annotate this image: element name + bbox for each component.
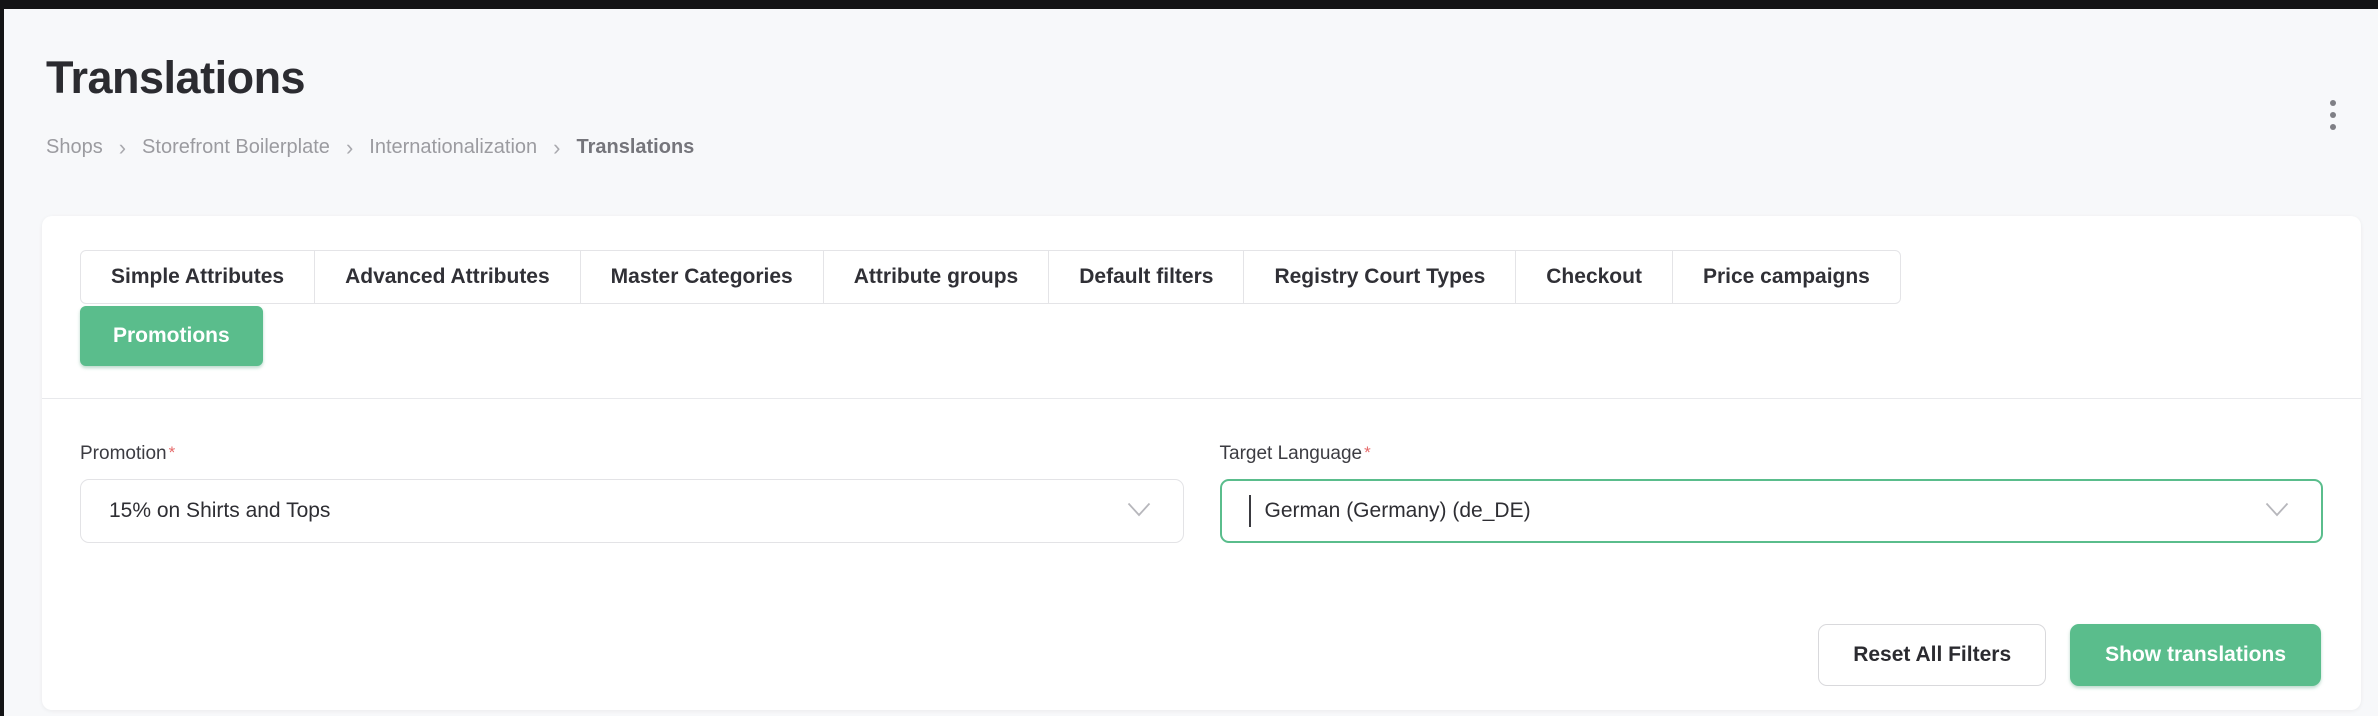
required-asterisk: *	[169, 443, 176, 462]
tab-promotions[interactable]: Promotions	[80, 306, 263, 366]
kebab-menu-icon[interactable]	[2326, 96, 2340, 134]
promotion-select[interactable]: 15% on Shirts and Tops	[80, 479, 1184, 543]
tab-row-1: Simple AttributesAdvanced AttributesMast…	[80, 250, 2323, 304]
tabs-section: Simple AttributesAdvanced AttributesMast…	[42, 216, 2361, 366]
tab-attribute-groups[interactable]: Attribute groups	[823, 250, 1049, 304]
target-language-select-value: German (Germany) (de_DE)	[1265, 499, 1531, 523]
page-title: Translations	[46, 52, 305, 104]
breadcrumb-separator: ›	[119, 137, 126, 159]
tab-default-filters[interactable]: Default filters	[1048, 250, 1244, 304]
filter-form: Promotion* 15% on Shirts and Tops Target…	[42, 399, 2361, 543]
form-actions: Reset All Filters Show translations	[1818, 624, 2321, 686]
target-language-label: Target Language*	[1220, 443, 2324, 465]
tab-checkout[interactable]: Checkout	[1515, 250, 1673, 304]
tab-row-2: Promotions	[80, 306, 2323, 366]
tab-advanced-attributes[interactable]: Advanced Attributes	[314, 250, 581, 304]
reset-all-filters-button[interactable]: Reset All Filters	[1818, 624, 2046, 686]
tab-price-campaigns[interactable]: Price campaigns	[1672, 250, 1901, 304]
tab-simple-attributes[interactable]: Simple Attributes	[80, 250, 315, 304]
breadcrumb-separator: ›	[553, 137, 560, 159]
tab-master-categories[interactable]: Master Categories	[580, 250, 824, 304]
promotion-select-value: 15% on Shirts and Tops	[109, 499, 330, 523]
window-top-bar	[0, 0, 2378, 9]
breadcrumb: Shops › Storefront Boilerplate › Internation…	[46, 136, 694, 159]
breadcrumb-item-shops[interactable]: Shops	[46, 136, 103, 159]
breadcrumb-item-translations: Translations	[576, 136, 694, 159]
breadcrumb-separator: ›	[346, 137, 353, 159]
promotion-label: Promotion*	[80, 443, 1184, 465]
breadcrumb-item-internationalization[interactable]: Internationalization	[369, 136, 537, 159]
required-asterisk: *	[1364, 443, 1371, 462]
breadcrumb-item-storefront-boilerplate[interactable]: Storefront Boilerplate	[142, 136, 330, 159]
chevron-down-icon	[1127, 499, 1151, 523]
content-card: Simple AttributesAdvanced AttributesMast…	[42, 216, 2361, 710]
tab-registry-court-types[interactable]: Registry Court Types	[1243, 250, 1516, 304]
chevron-down-icon	[2265, 499, 2289, 523]
target-language-select[interactable]: German (Germany) (de_DE)	[1220, 479, 2324, 543]
text-cursor	[1249, 495, 1265, 527]
show-translations-button[interactable]: Show translations	[2070, 624, 2321, 686]
promotion-field: Promotion* 15% on Shirts and Tops	[80, 443, 1184, 543]
target-language-field: Target Language* German (Germany) (de_DE…	[1220, 443, 2324, 543]
window-left-edge	[0, 0, 4, 716]
